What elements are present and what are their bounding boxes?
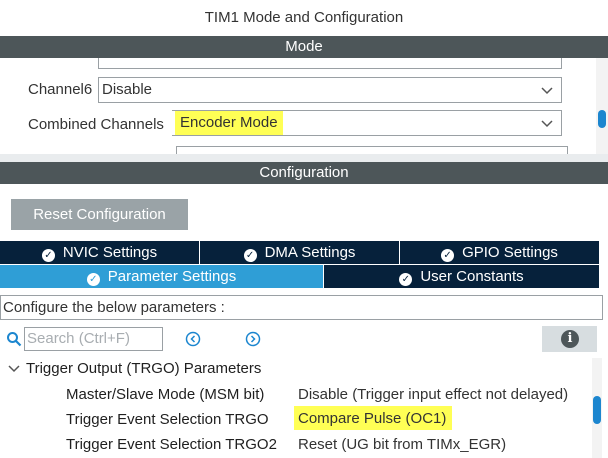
check-circle-icon: ✓ (243, 249, 257, 262)
mode-panel (0, 58, 608, 154)
tab-label: GPIO Settings (462, 244, 558, 261)
check-circle-icon: ✓ (441, 249, 455, 262)
param-name-trgo2: Trigger Event Selection TRGO2 (66, 436, 277, 453)
tab-dma-settings[interactable]: ✓ DMA Settings (200, 241, 400, 264)
chevron-down-icon (541, 120, 553, 128)
combined-channels-value: Encoder Mode (175, 111, 283, 135)
check-circle-icon: ✓ (86, 273, 100, 286)
previous-circle-icon[interactable] (185, 331, 201, 347)
info-button[interactable]: i (542, 326, 597, 352)
parameters-scrollbar-thumb[interactable] (593, 396, 601, 424)
param-name-msm: Master/Slave Mode (MSM bit) (66, 386, 265, 403)
channel6-label: Channel6 (28, 81, 93, 98)
channel6-select[interactable]: Disable (98, 77, 562, 103)
scrolled-field-remnant (98, 58, 562, 69)
splitter[interactable] (0, 154, 608, 162)
next-field-partial (176, 146, 568, 154)
combined-channels-select[interactable]: Encoder Mode (172, 110, 562, 136)
tab-nvic-settings[interactable]: ✓ NVIC Settings (0, 241, 200, 264)
search-icon (7, 332, 22, 347)
window-title: TIM1 Mode and Configuration (204, 9, 404, 26)
combined-channels-label: Combined Channels (28, 116, 164, 133)
check-circle-icon: ✓ (399, 273, 413, 286)
param-value-trgo[interactable]: Compare Pulse (OC1) (294, 406, 453, 430)
mode-scrollbar-thumb[interactable] (598, 110, 606, 128)
check-circle-icon: ✓ (41, 249, 55, 262)
parameter-group-trgo[interactable]: Trigger Output (TRGO) Parameters (8, 360, 261, 377)
chevron-down-icon (8, 365, 20, 373)
param-value-msm[interactable]: Disable (Trigger input effect not delaye… (298, 386, 568, 403)
tab-user-constants[interactable]: ✓ User Constants (324, 265, 600, 288)
mode-section-header: Mode (0, 36, 608, 58)
parameter-group-title: Trigger Output (TRGO) Parameters (26, 360, 262, 377)
tab-label: Parameter Settings (107, 268, 237, 285)
mode-scrollbar[interactable] (596, 58, 608, 154)
search-input[interactable]: Search (Ctrl+F) (24, 327, 163, 351)
reset-configuration-button[interactable]: Reset Configuration (11, 199, 188, 230)
chevron-down-icon (541, 87, 553, 95)
next-circle-icon[interactable] (245, 331, 261, 347)
tab-gpio-settings[interactable]: ✓ GPIO Settings (400, 241, 600, 264)
tab-label: DMA Settings (264, 244, 356, 261)
info-icon: i (561, 330, 579, 348)
param-name-trgo: Trigger Event Selection TRGO (66, 411, 269, 428)
configuration-section-header: Configuration (0, 162, 608, 184)
param-value-trgo2[interactable]: Reset (UG bit from TIMx_EGR) (298, 436, 506, 453)
parameters-description: Configure the below parameters : (0, 295, 603, 320)
channel6-value: Disable (102, 81, 153, 98)
tab-label: NVIC Settings (62, 244, 158, 261)
tab-label: User Constants (420, 268, 524, 285)
tab-parameter-settings[interactable]: ✓ Parameter Settings (0, 265, 324, 288)
